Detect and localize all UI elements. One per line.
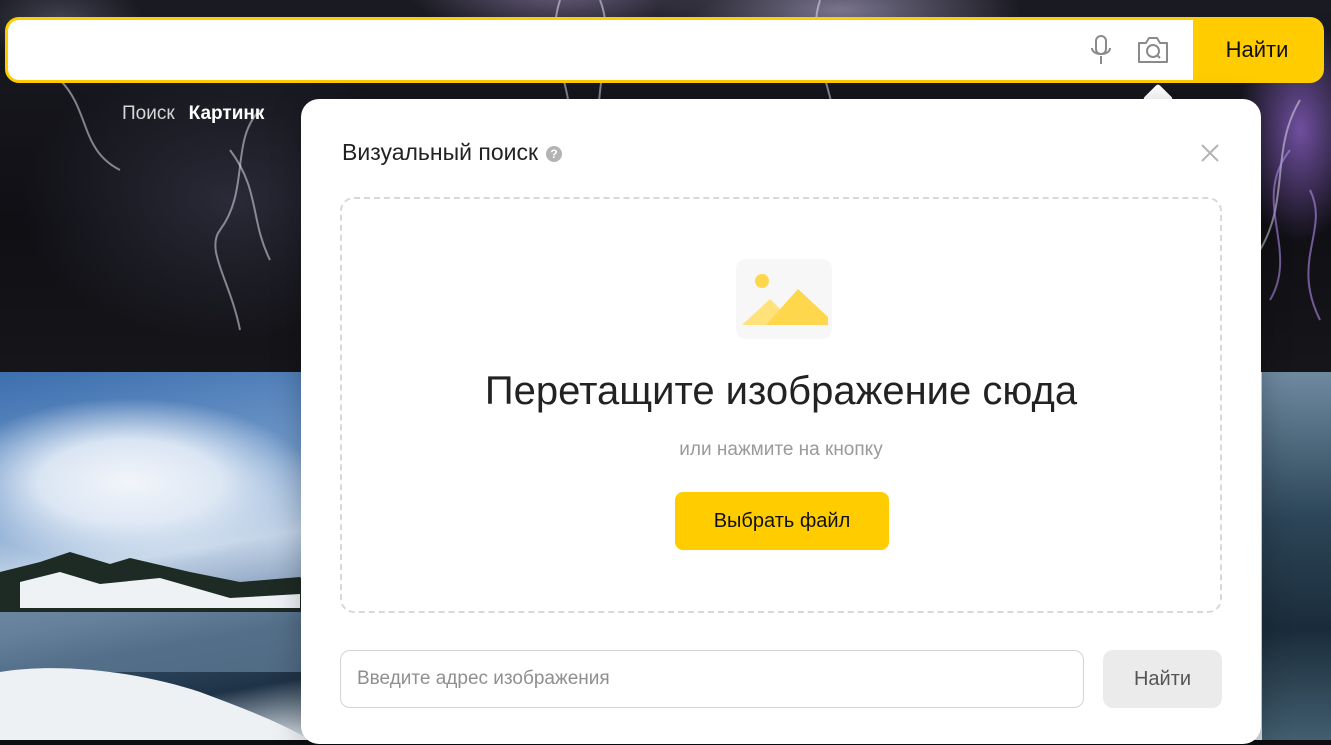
dropzone-title: Перетащите изображение сюда (484, 369, 1078, 413)
microphone-icon (1091, 35, 1111, 64)
search-submit-button[interactable]: Найти (1193, 20, 1321, 80)
popup-title-text: Визуальный поиск (342, 139, 539, 165)
close-button[interactable] (1196, 139, 1224, 167)
help-icon[interactable]: ? (546, 145, 563, 162)
url-search-button[interactable]: Найти (1103, 650, 1222, 708)
image-dropzone[interactable]: Перетащите изображение сюда или нажмите … (340, 197, 1222, 613)
choose-file-button[interactable]: Выбрать файл (675, 492, 889, 550)
search-input[interactable] (8, 20, 1075, 80)
microphone-button[interactable] (1075, 20, 1127, 80)
popup-title: Визуальный поиск ? (342, 139, 563, 166)
tab-images[interactable]: Картинк (189, 103, 265, 125)
close-icon (1201, 144, 1219, 162)
camera-search-icon (1138, 37, 1168, 63)
landscape-islands-decoration (0, 552, 310, 740)
visual-search-popup: Визуальный поиск ? Перетащите изображени… (301, 99, 1261, 744)
image-placeholder-icon (736, 259, 832, 339)
camera-search-button[interactable] (1127, 20, 1179, 80)
image-url-input[interactable] (340, 650, 1084, 708)
background-landscape-photo-left[interactable] (0, 372, 310, 740)
search-service-tabs: Поиск Картинк (122, 103, 264, 125)
background-photo-right[interactable] (1262, 372, 1331, 740)
dropzone-subtitle: или нажмите на кнопку (679, 439, 883, 460)
search-bar: Найти (5, 17, 1324, 83)
tab-search[interactable]: Поиск (122, 103, 175, 125)
